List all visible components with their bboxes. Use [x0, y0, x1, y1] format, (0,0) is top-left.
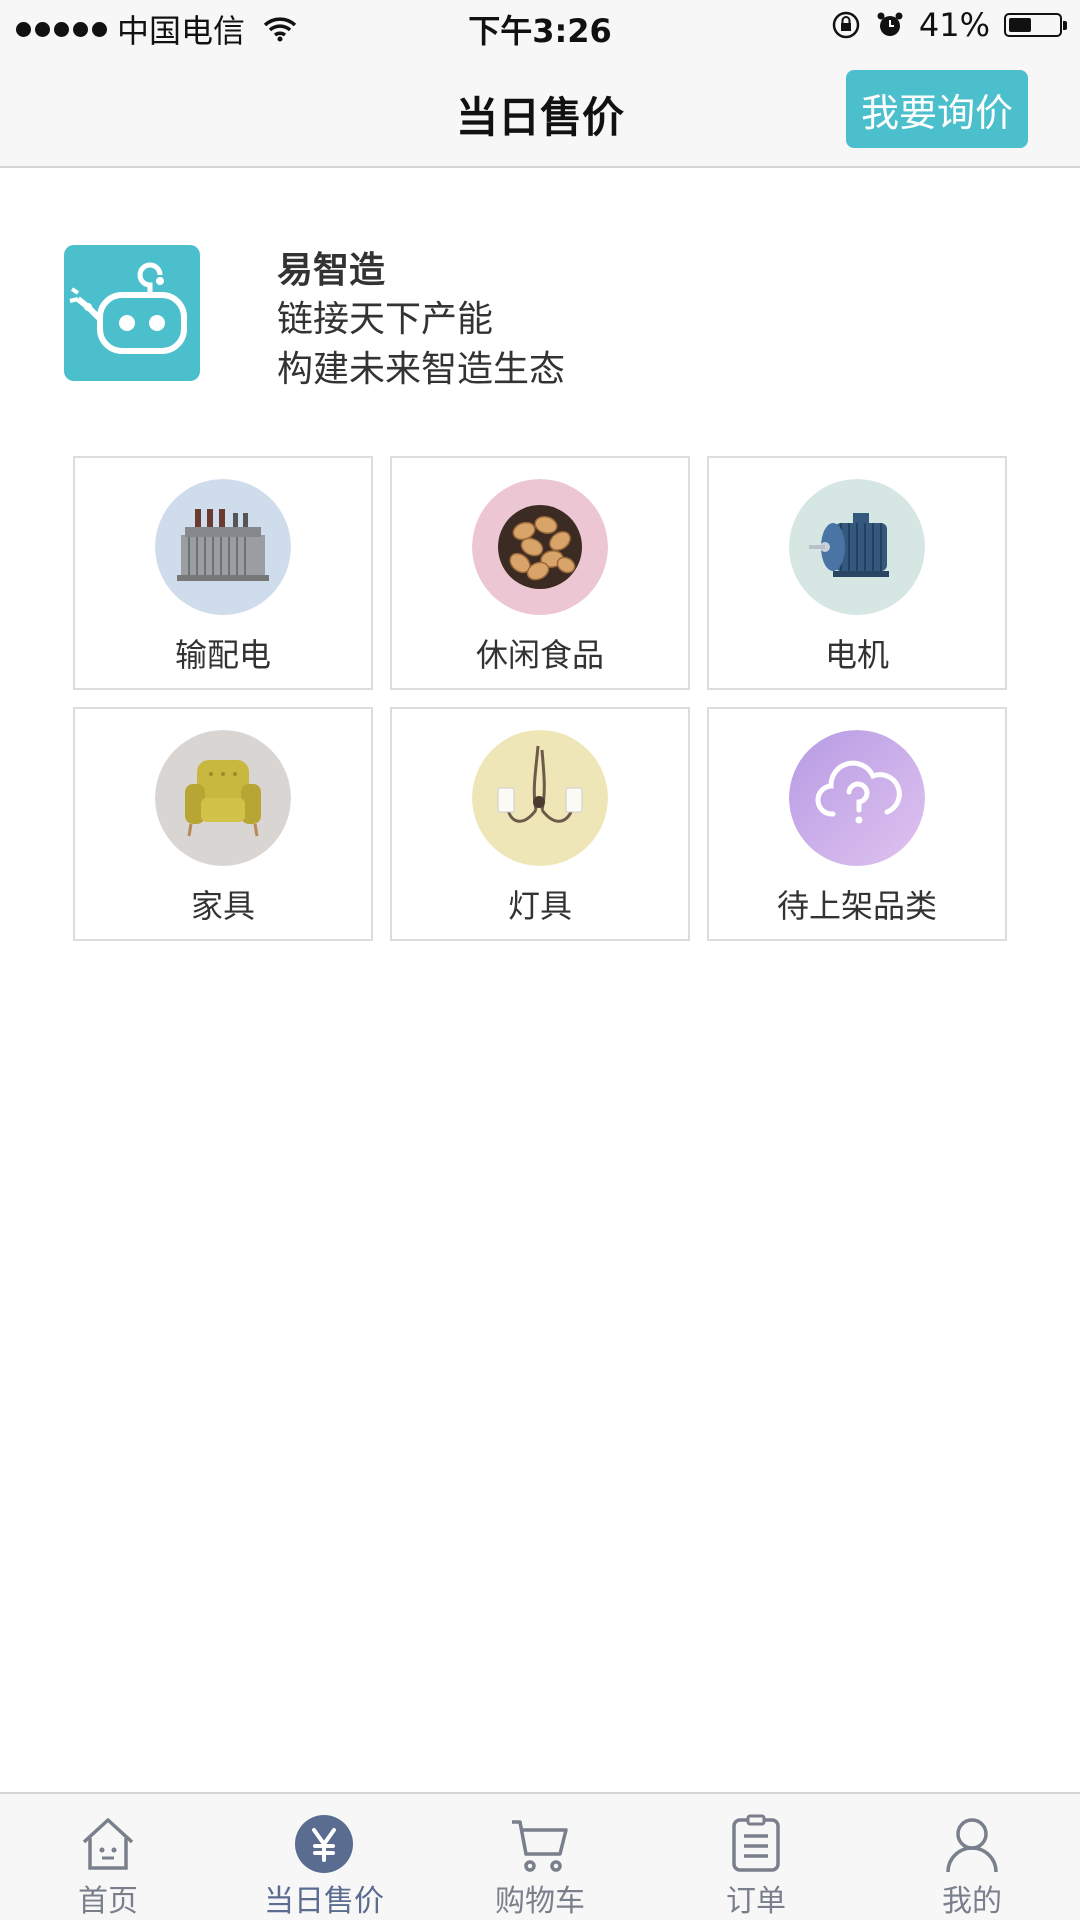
status-right: 41%: [831, 6, 1067, 44]
category-label: 输配电: [174, 636, 271, 674]
order-list-icon: [732, 1814, 780, 1872]
battery-icon: [1004, 13, 1067, 37]
category-label: 家具: [190, 887, 255, 925]
category-label: 电机: [824, 636, 889, 674]
home-icon: [82, 1818, 134, 1870]
brand-slogan-line2: 构建未来智造生态: [277, 349, 566, 390]
alarm-icon: [877, 12, 903, 36]
category-grid: 输配电 休闲食品 电机 家具 灯具 待上架品类: [73, 456, 1007, 941]
tab-home[interactable]: 首页: [0, 1794, 216, 1922]
tab-cart[interactable]: 购物车: [432, 1794, 648, 1922]
nuts-icon: [472, 479, 608, 615]
cloud-question-icon: [789, 730, 925, 866]
category-furniture[interactable]: 家具: [73, 707, 373, 941]
category-transformer[interactable]: 输配电: [73, 456, 373, 690]
tab-label: 购物车: [495, 1884, 585, 1919]
category-lighting[interactable]: 灯具: [390, 707, 690, 941]
brand-name: 易智造: [277, 250, 386, 291]
yuan-icon: [295, 1815, 353, 1873]
armchair-icon: [155, 730, 291, 866]
transformer-icon: [155, 479, 291, 615]
tab-profile[interactable]: 我的: [864, 1794, 1080, 1922]
navigation-bar: 当日售价 我要询价: [0, 54, 1080, 168]
cart-icon: [512, 1820, 568, 1872]
robot-logo-icon: [64, 245, 200, 381]
category-label: 待上架品类: [776, 887, 937, 925]
tab-bar: 首页 当日售价 购物车 订单 我的: [0, 1792, 1080, 1920]
category-label: 休闲食品: [475, 636, 604, 674]
tab-label: 订单: [726, 1884, 786, 1919]
category-label: 灯具: [507, 887, 572, 925]
tab-daily-price[interactable]: 当日售价: [216, 1794, 432, 1922]
category-motor[interactable]: 电机: [707, 456, 1007, 690]
motor-icon: [789, 479, 925, 615]
category-snacks[interactable]: 休闲食品: [390, 456, 690, 690]
tab-orders[interactable]: 订单: [648, 1794, 864, 1922]
category-upcoming[interactable]: 待上架品类: [707, 707, 1007, 941]
user-icon: [946, 1818, 998, 1873]
battery-percent: 41%: [918, 6, 990, 44]
lamp-icon: [472, 730, 608, 866]
rotation-lock-icon: [832, 11, 860, 39]
brand-slogan-line1: 链接天下产能: [277, 299, 494, 340]
tab-label: 当日售价: [264, 1884, 384, 1919]
brand-text: 易智造 链接天下产能 构建未来智造生态: [277, 247, 565, 395]
inquiry-button[interactable]: 我要询价: [846, 70, 1028, 148]
brand-header: 易智造 链接天下产能 构建未来智造生态: [64, 245, 964, 390]
tab-label: 我的: [942, 1884, 1002, 1919]
tab-label: 首页: [78, 1884, 138, 1919]
status-bar: 中国电信 下午3:26 41%: [0, 0, 1080, 54]
